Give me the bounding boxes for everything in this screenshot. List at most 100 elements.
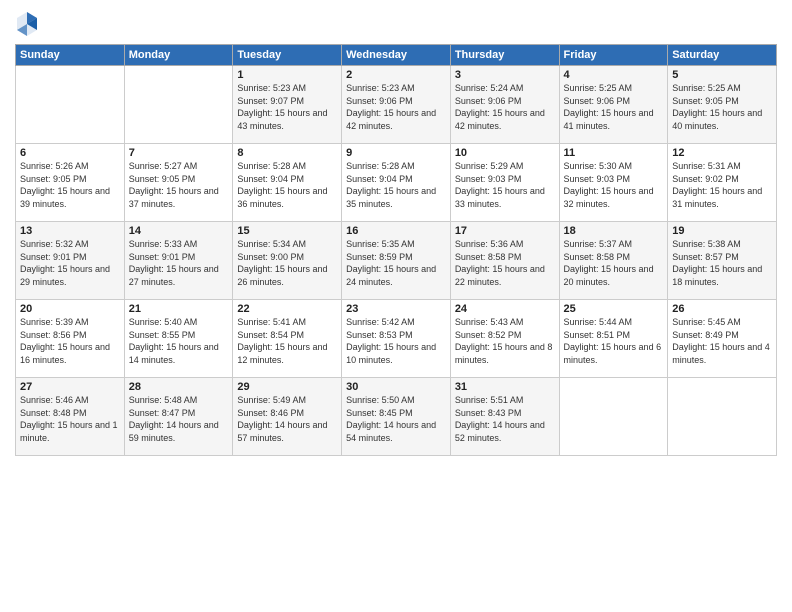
day-number: 5 (672, 69, 772, 81)
cell-content: Sunrise: 5:25 AM Sunset: 9:06 PM Dayligh… (564, 82, 664, 132)
calendar-cell: 18Sunrise: 5:37 AM Sunset: 8:58 PM Dayli… (559, 222, 668, 300)
calendar-cell: 24Sunrise: 5:43 AM Sunset: 8:52 PM Dayli… (450, 300, 559, 378)
calendar-cell: 5Sunrise: 5:25 AM Sunset: 9:05 PM Daylig… (668, 66, 777, 144)
day-number: 15 (237, 225, 337, 237)
day-number: 12 (672, 147, 772, 159)
calendar-cell: 4Sunrise: 5:25 AM Sunset: 9:06 PM Daylig… (559, 66, 668, 144)
weekday-header: Saturday (668, 45, 777, 66)
calendar-cell: 8Sunrise: 5:28 AM Sunset: 9:04 PM Daylig… (233, 144, 342, 222)
day-number: 26 (672, 303, 772, 315)
cell-content: Sunrise: 5:41 AM Sunset: 8:54 PM Dayligh… (237, 316, 337, 366)
calendar-cell (16, 66, 125, 144)
day-number: 28 (129, 381, 229, 393)
day-number: 1 (237, 69, 337, 81)
cell-content: Sunrise: 5:30 AM Sunset: 9:03 PM Dayligh… (564, 160, 664, 210)
day-number: 11 (564, 147, 664, 159)
cell-content: Sunrise: 5:24 AM Sunset: 9:06 PM Dayligh… (455, 82, 555, 132)
day-number: 13 (20, 225, 120, 237)
calendar-cell (668, 378, 777, 456)
cell-content: Sunrise: 5:43 AM Sunset: 8:52 PM Dayligh… (455, 316, 555, 366)
cell-content: Sunrise: 5:36 AM Sunset: 8:58 PM Dayligh… (455, 238, 555, 288)
cell-content: Sunrise: 5:45 AM Sunset: 8:49 PM Dayligh… (672, 316, 772, 366)
calendar-cell: 16Sunrise: 5:35 AM Sunset: 8:59 PM Dayli… (342, 222, 451, 300)
cell-content: Sunrise: 5:27 AM Sunset: 9:05 PM Dayligh… (129, 160, 229, 210)
calendar-week-row: 6Sunrise: 5:26 AM Sunset: 9:05 PM Daylig… (16, 144, 777, 222)
cell-content: Sunrise: 5:29 AM Sunset: 9:03 PM Dayligh… (455, 160, 555, 210)
day-number: 27 (20, 381, 120, 393)
cell-content: Sunrise: 5:49 AM Sunset: 8:46 PM Dayligh… (237, 394, 337, 444)
cell-content: Sunrise: 5:51 AM Sunset: 8:43 PM Dayligh… (455, 394, 555, 444)
calendar-cell: 31Sunrise: 5:51 AM Sunset: 8:43 PM Dayli… (450, 378, 559, 456)
calendar-cell: 3Sunrise: 5:24 AM Sunset: 9:06 PM Daylig… (450, 66, 559, 144)
cell-content: Sunrise: 5:38 AM Sunset: 8:57 PM Dayligh… (672, 238, 772, 288)
day-number: 2 (346, 69, 446, 81)
calendar-cell: 2Sunrise: 5:23 AM Sunset: 9:06 PM Daylig… (342, 66, 451, 144)
cell-content: Sunrise: 5:46 AM Sunset: 8:48 PM Dayligh… (20, 394, 120, 444)
cell-content: Sunrise: 5:23 AM Sunset: 9:06 PM Dayligh… (346, 82, 446, 132)
calendar-cell: 21Sunrise: 5:40 AM Sunset: 8:55 PM Dayli… (124, 300, 233, 378)
day-number: 23 (346, 303, 446, 315)
cell-content: Sunrise: 5:50 AM Sunset: 8:45 PM Dayligh… (346, 394, 446, 444)
weekday-header: Monday (124, 45, 233, 66)
calendar-cell: 19Sunrise: 5:38 AM Sunset: 8:57 PM Dayli… (668, 222, 777, 300)
logo-icon (15, 10, 39, 38)
day-number: 4 (564, 69, 664, 81)
day-number: 6 (20, 147, 120, 159)
day-number: 3 (455, 69, 555, 81)
cell-content: Sunrise: 5:40 AM Sunset: 8:55 PM Dayligh… (129, 316, 229, 366)
day-number: 25 (564, 303, 664, 315)
cell-content: Sunrise: 5:28 AM Sunset: 9:04 PM Dayligh… (237, 160, 337, 210)
calendar-cell: 10Sunrise: 5:29 AM Sunset: 9:03 PM Dayli… (450, 144, 559, 222)
cell-content: Sunrise: 5:33 AM Sunset: 9:01 PM Dayligh… (129, 238, 229, 288)
cell-content: Sunrise: 5:35 AM Sunset: 8:59 PM Dayligh… (346, 238, 446, 288)
calendar-cell: 22Sunrise: 5:41 AM Sunset: 8:54 PM Dayli… (233, 300, 342, 378)
cell-content: Sunrise: 5:31 AM Sunset: 9:02 PM Dayligh… (672, 160, 772, 210)
cell-content: Sunrise: 5:42 AM Sunset: 8:53 PM Dayligh… (346, 316, 446, 366)
cell-content: Sunrise: 5:32 AM Sunset: 9:01 PM Dayligh… (20, 238, 120, 288)
calendar-cell: 20Sunrise: 5:39 AM Sunset: 8:56 PM Dayli… (16, 300, 125, 378)
cell-content: Sunrise: 5:23 AM Sunset: 9:07 PM Dayligh… (237, 82, 337, 132)
calendar-cell: 9Sunrise: 5:28 AM Sunset: 9:04 PM Daylig… (342, 144, 451, 222)
weekday-row: SundayMondayTuesdayWednesdayThursdayFrid… (16, 45, 777, 66)
logo (15, 10, 41, 38)
calendar-cell: 27Sunrise: 5:46 AM Sunset: 8:48 PM Dayli… (16, 378, 125, 456)
calendar-body: 1Sunrise: 5:23 AM Sunset: 9:07 PM Daylig… (16, 66, 777, 456)
calendar-cell: 15Sunrise: 5:34 AM Sunset: 9:00 PM Dayli… (233, 222, 342, 300)
day-number: 21 (129, 303, 229, 315)
day-number: 9 (346, 147, 446, 159)
cell-content: Sunrise: 5:48 AM Sunset: 8:47 PM Dayligh… (129, 394, 229, 444)
day-number: 31 (455, 381, 555, 393)
weekday-header: Friday (559, 45, 668, 66)
calendar-cell: 6Sunrise: 5:26 AM Sunset: 9:05 PM Daylig… (16, 144, 125, 222)
calendar-cell: 11Sunrise: 5:30 AM Sunset: 9:03 PM Dayli… (559, 144, 668, 222)
day-number: 16 (346, 225, 446, 237)
calendar-cell: 23Sunrise: 5:42 AM Sunset: 8:53 PM Dayli… (342, 300, 451, 378)
calendar-week-row: 20Sunrise: 5:39 AM Sunset: 8:56 PM Dayli… (16, 300, 777, 378)
weekday-header: Wednesday (342, 45, 451, 66)
cell-content: Sunrise: 5:26 AM Sunset: 9:05 PM Dayligh… (20, 160, 120, 210)
cell-content: Sunrise: 5:39 AM Sunset: 8:56 PM Dayligh… (20, 316, 120, 366)
calendar-cell: 12Sunrise: 5:31 AM Sunset: 9:02 PM Dayli… (668, 144, 777, 222)
day-number: 29 (237, 381, 337, 393)
calendar-cell (124, 66, 233, 144)
day-number: 10 (455, 147, 555, 159)
calendar-cell (559, 378, 668, 456)
day-number: 30 (346, 381, 446, 393)
day-number: 7 (129, 147, 229, 159)
calendar-cell: 28Sunrise: 5:48 AM Sunset: 8:47 PM Dayli… (124, 378, 233, 456)
weekday-header: Tuesday (233, 45, 342, 66)
calendar-header: SundayMondayTuesdayWednesdayThursdayFrid… (16, 45, 777, 66)
cell-content: Sunrise: 5:25 AM Sunset: 9:05 PM Dayligh… (672, 82, 772, 132)
calendar-week-row: 1Sunrise: 5:23 AM Sunset: 9:07 PM Daylig… (16, 66, 777, 144)
calendar-table: SundayMondayTuesdayWednesdayThursdayFrid… (15, 44, 777, 456)
calendar-week-row: 27Sunrise: 5:46 AM Sunset: 8:48 PM Dayli… (16, 378, 777, 456)
page-header (15, 10, 777, 38)
cell-content: Sunrise: 5:37 AM Sunset: 8:58 PM Dayligh… (564, 238, 664, 288)
calendar-cell: 7Sunrise: 5:27 AM Sunset: 9:05 PM Daylig… (124, 144, 233, 222)
calendar-cell: 25Sunrise: 5:44 AM Sunset: 8:51 PM Dayli… (559, 300, 668, 378)
day-number: 22 (237, 303, 337, 315)
day-number: 14 (129, 225, 229, 237)
calendar-week-row: 13Sunrise: 5:32 AM Sunset: 9:01 PM Dayli… (16, 222, 777, 300)
day-number: 24 (455, 303, 555, 315)
day-number: 20 (20, 303, 120, 315)
